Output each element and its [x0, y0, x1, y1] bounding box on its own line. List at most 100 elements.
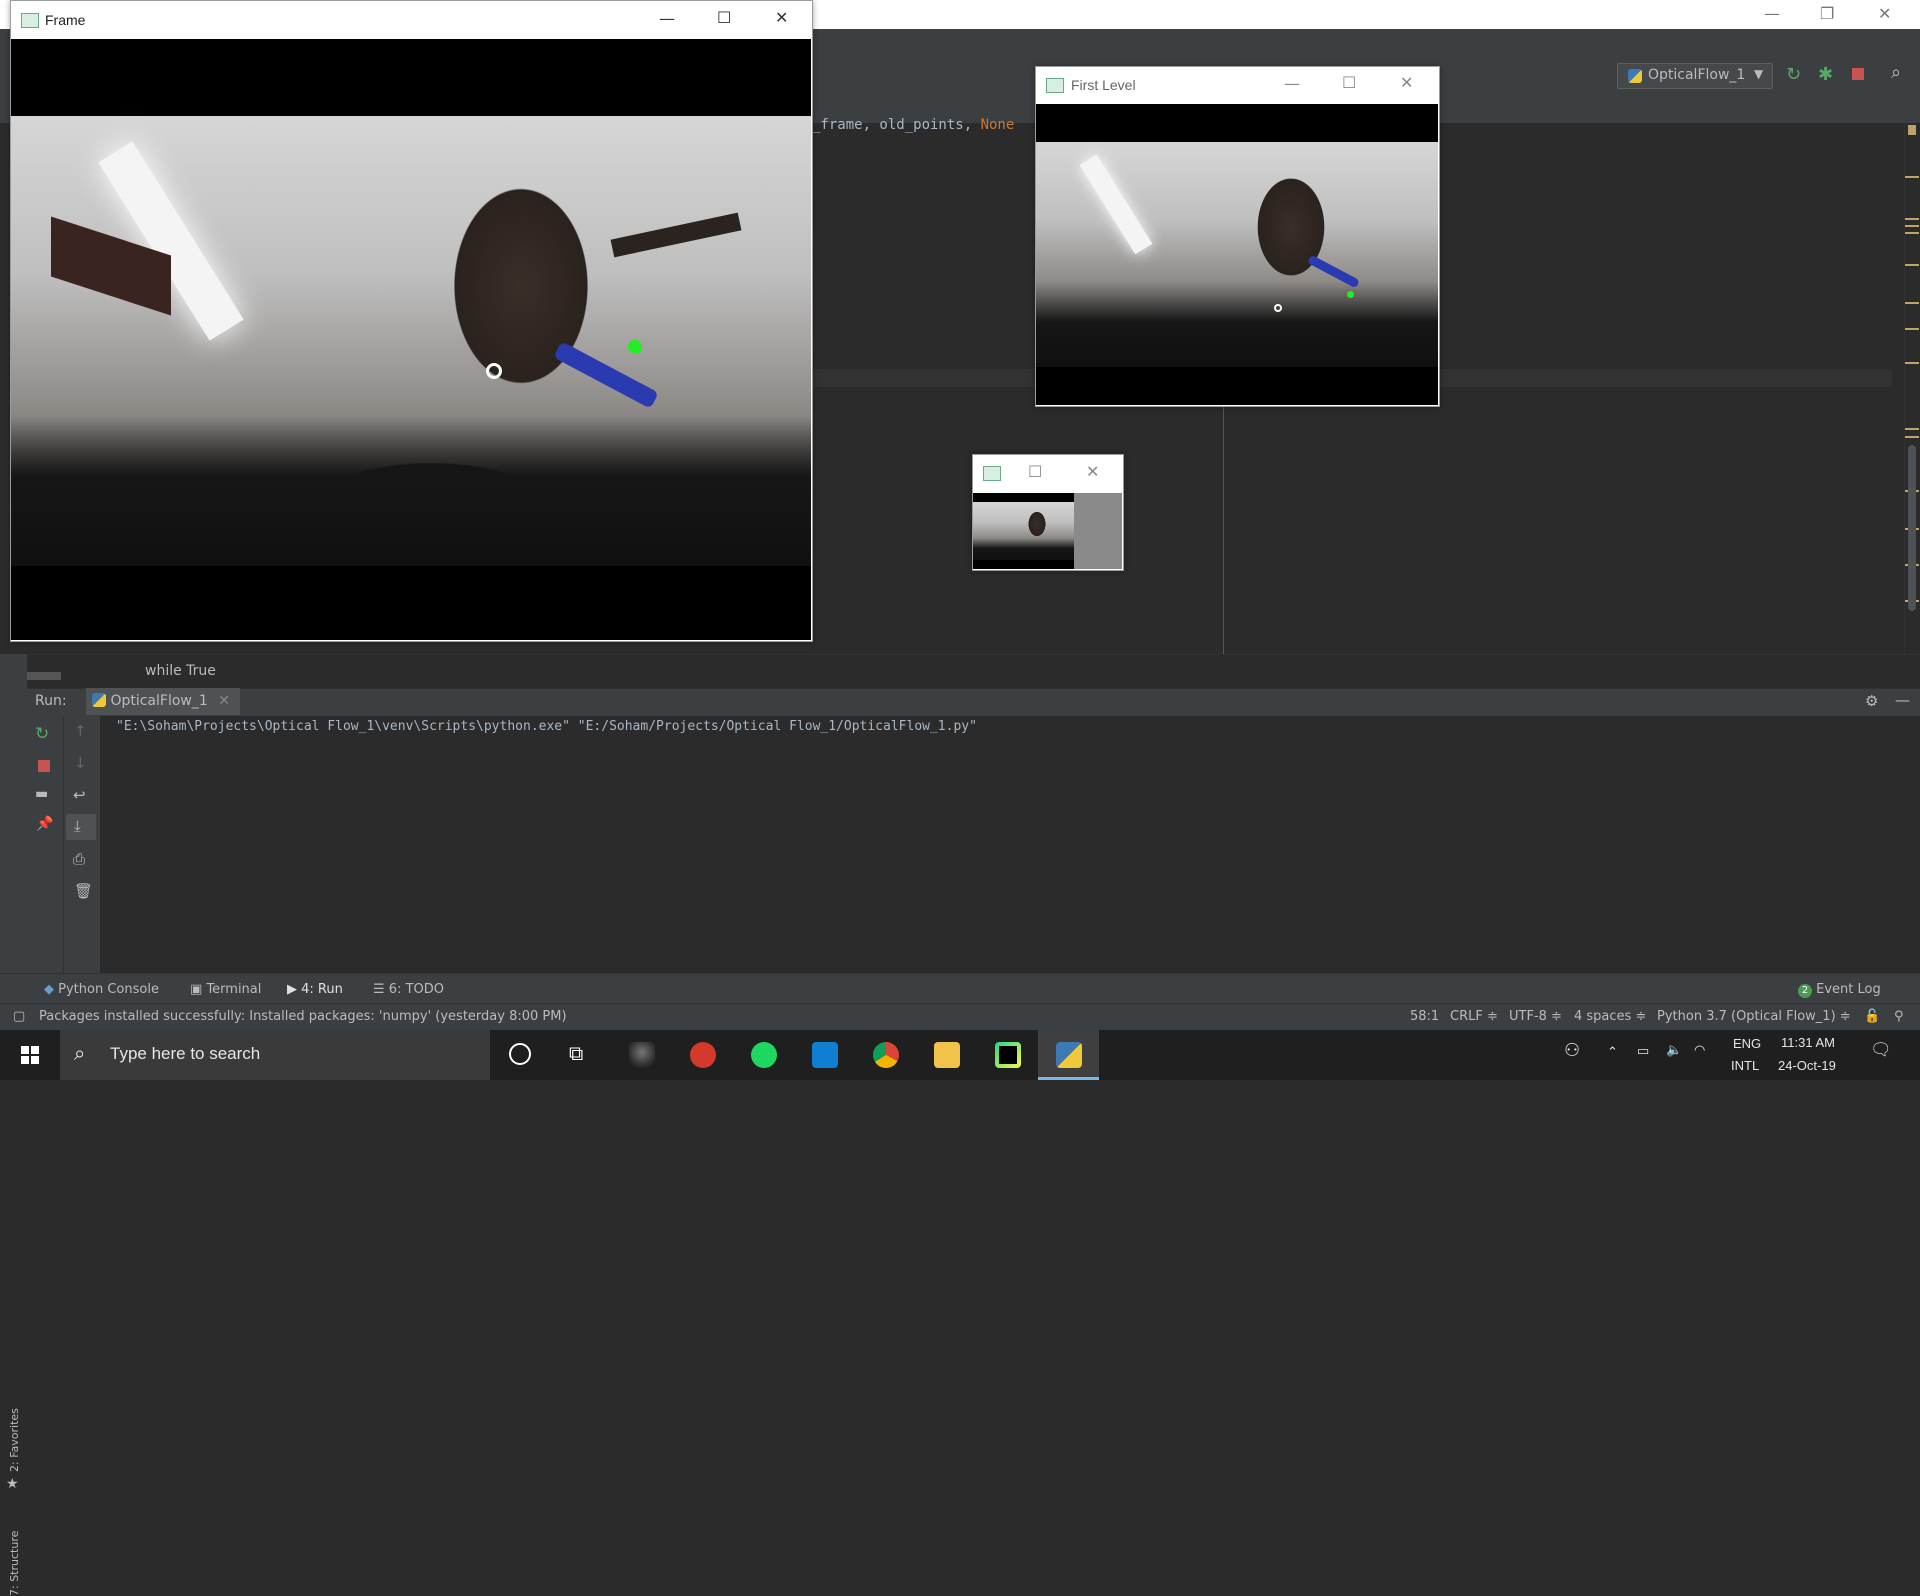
minimize-icon[interactable]: —	[1764, 4, 1780, 23]
maximize-icon[interactable]: ☐	[717, 8, 731, 27]
taskbar-app-chrome[interactable]	[855, 1030, 916, 1080]
language-top[interactable]: ENG	[1733, 1036, 1761, 1051]
task-view-button[interactable]: ⧉	[550, 1030, 611, 1080]
taskbar-app-pycharm[interactable]	[977, 1030, 1038, 1080]
breadcrumb-item[interactable]: while True	[145, 663, 216, 679]
restore-icon[interactable]: ❐	[1820, 4, 1834, 23]
first-level-window[interactable]: First Level — ☐ ✕	[1035, 66, 1440, 407]
frame-window[interactable]: Frame — ☐ ✕	[10, 0, 813, 642]
list-icon: ☰	[373, 982, 385, 997]
gutter-marker	[27, 672, 61, 680]
clock-time[interactable]: 11:31 AM	[1781, 1035, 1835, 1050]
python-icon	[92, 693, 106, 707]
file-encoding[interactable]: UTF-8 ≑	[1509, 1009, 1562, 1024]
python-icon: ◆	[44, 982, 54, 997]
scroll-to-end-button[interactable]: ⤓	[66, 814, 96, 840]
close-tab-icon[interactable]: ✕	[218, 693, 230, 709]
interpreter-selector[interactable]: Python 3.7 (Optical Flow_1) ≑	[1657, 1009, 1851, 1024]
code-line: _frame, old_points, None	[812, 117, 1014, 133]
minimize-icon[interactable]: —	[1284, 74, 1300, 93]
battery-icon[interactable]: ▭	[1637, 1043, 1649, 1059]
close-icon[interactable]: ✕	[1086, 462, 1099, 481]
trash-icon[interactable]: 🗑	[74, 882, 93, 900]
inspector-icon[interactable]: ⚲	[1894, 1009, 1904, 1024]
close-icon[interactable]: ✕	[1400, 73, 1413, 92]
run-tab[interactable]: OpticalFlow_1 ✕	[86, 688, 240, 715]
taskbar-app-python[interactable]	[1038, 1030, 1099, 1080]
notifications-icon[interactable]: 🗨	[1870, 1040, 1892, 1060]
scrollbar-thumb[interactable]	[1908, 445, 1916, 611]
restore-layout-icon[interactable]: ▬	[35, 786, 48, 802]
soft-wrap-icon[interactable]: ↩	[73, 786, 86, 804]
run-console[interactable]	[100, 716, 1920, 973]
start-button[interactable]	[0, 1030, 60, 1080]
status-message[interactable]: Packages installed successfully: Install…	[39, 1009, 567, 1024]
debug-icon[interactable]: ✱	[1818, 64, 1833, 85]
error-stripe-mark	[1905, 436, 1919, 438]
python-console-tab[interactable]: ◆ Python Console	[44, 982, 159, 997]
first-level-title-bar[interactable]: First Level — ☐ ✕	[1036, 67, 1439, 104]
breadcrumb	[27, 654, 1920, 689]
error-stripe-mark	[1905, 225, 1919, 227]
minimize-icon[interactable]: —	[659, 9, 675, 28]
lock-icon[interactable]: 🔓	[1864, 1009, 1880, 1024]
split-divider	[1223, 389, 1224, 654]
window-title: First Level	[1071, 77, 1136, 93]
wifi-icon[interactable]: ◠	[1694, 1042, 1705, 1058]
rerun-icon[interactable]: ↻	[35, 724, 49, 744]
pyramid-level-frame	[973, 493, 1074, 569]
small-pyramid-window[interactable]: ☐ ✕	[972, 454, 1124, 571]
taskbar-app-explorer[interactable]	[916, 1030, 977, 1080]
frame-title-bar[interactable]: Frame — ☐ ✕	[11, 1, 812, 39]
run-tool-tab[interactable]: ▶ 4: Run	[287, 982, 343, 997]
chevron-up-icon[interactable]: ⌃	[1607, 1044, 1618, 1060]
arrow-down-icon[interactable]: ↓	[74, 754, 87, 772]
ceiling-fan-blade	[610, 212, 742, 258]
event-log-tab[interactable]: 2 Event Log	[1798, 982, 1881, 998]
folder-icon	[934, 1042, 960, 1068]
taskbar-app-spotify[interactable]	[733, 1030, 794, 1080]
run-toolbar: ↻ ▬ 📌	[27, 716, 63, 973]
favorites-tab[interactable]: 2: Favorites	[8, 1408, 21, 1472]
run-toolbar-secondary: ↑ ↓ ↩ ⤓ ⎙ 🗑	[63, 716, 102, 973]
clock-date[interactable]: 24-Oct-19	[1778, 1058, 1836, 1073]
search-icon[interactable]: ⌕	[1891, 62, 1901, 83]
taskbar-app-psiphon[interactable]	[672, 1030, 733, 1080]
people-icon[interactable]: ⚇	[1564, 1040, 1580, 1061]
selected-point-ring	[486, 363, 502, 379]
rerun-icon[interactable]: ↻	[1786, 64, 1801, 85]
taskbar-app-vscode[interactable]	[794, 1030, 855, 1080]
pin-icon[interactable]: 📌	[36, 816, 53, 832]
cursor-position[interactable]: 58:1	[1410, 1009, 1439, 1024]
arrow-up-icon[interactable]: ↑	[74, 722, 87, 740]
chrome-icon	[873, 1042, 899, 1068]
indent-setting[interactable]: 4 spaces ≑	[1574, 1009, 1646, 1024]
spotify-icon	[751, 1042, 777, 1068]
cortana-button[interactable]	[489, 1030, 550, 1080]
volume-icon[interactable]: 🔈	[1666, 1042, 1682, 1058]
psiphon-icon	[690, 1042, 716, 1068]
todo-tab[interactable]: ☰ 6: TODO	[373, 982, 444, 997]
error-stripe-mark	[1905, 264, 1919, 266]
run-config-label: OpticalFlow_1	[1648, 67, 1746, 83]
close-icon[interactable]: ✕	[1878, 4, 1891, 23]
structure-tab[interactable]: 7: Structure	[8, 1531, 21, 1596]
print-icon[interactable]: ⎙	[73, 850, 85, 868]
maximize-icon[interactable]: ☐	[1342, 73, 1356, 92]
terminal-tab[interactable]: ▣ Terminal	[190, 982, 261, 997]
run-panel-label: Run:	[35, 693, 67, 709]
gear-icon[interactable]: ⚙	[1865, 692, 1878, 710]
play-icon: ▶	[287, 982, 297, 997]
todo-label: 6: TODO	[388, 982, 444, 997]
maximize-icon[interactable]: ☐	[1028, 462, 1042, 481]
status-toggle-icon[interactable]: ▢	[13, 1009, 25, 1024]
taskbar-app-photo[interactable]	[611, 1030, 672, 1080]
small-window-title-bar[interactable]: ☐ ✕	[973, 455, 1123, 493]
stop-icon[interactable]	[38, 760, 50, 772]
line-separator[interactable]: CRLF ≑	[1450, 1009, 1498, 1024]
run-config-selector[interactable]: OpticalFlow_1 ▼	[1617, 63, 1773, 89]
language-bottom[interactable]: INTL	[1731, 1058, 1759, 1073]
stop-icon[interactable]	[1852, 68, 1864, 80]
close-icon[interactable]: ✕	[775, 8, 788, 27]
hide-panel-icon[interactable]: —	[1895, 691, 1910, 709]
